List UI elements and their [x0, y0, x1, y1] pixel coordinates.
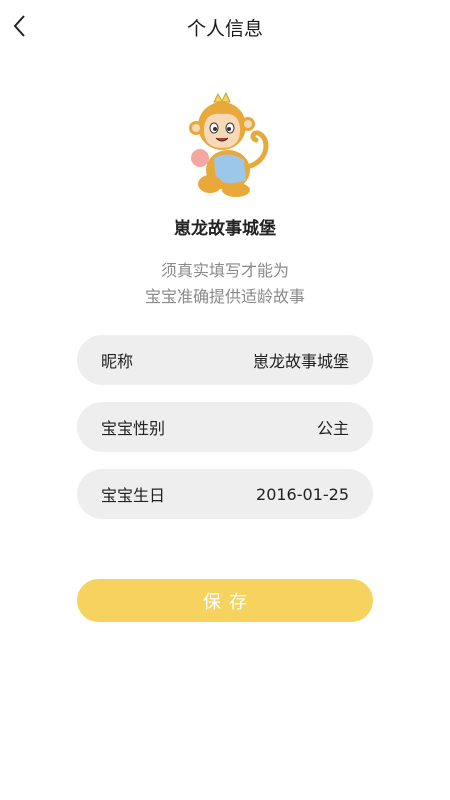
monkey-mascot-icon — [189, 91, 269, 197]
gender-field[interactable]: 宝宝性别 公主 — [77, 402, 373, 452]
nickname-field[interactable]: 昵称 崽龙故事城堡 — [77, 335, 373, 385]
field-label: 宝宝性别 — [101, 419, 166, 438]
top-bar: 个人信息 — [0, 0, 450, 52]
field-value: 2016-01-25 — [256, 484, 349, 504]
save-button[interactable]: 保存 — [77, 579, 373, 622]
avatar[interactable] — [180, 88, 272, 200]
page-title: 个人信息 — [186, 18, 263, 40]
field-label: 宝宝生日 — [101, 486, 166, 505]
save-button-label: 保存 — [203, 591, 255, 613]
hint-text-line2: 宝宝准确提供适龄故事 — [144, 287, 305, 306]
field-value: 崽龙故事城堡 — [252, 352, 349, 371]
birthday-field[interactable]: 宝宝生日 2016-01-25 — [77, 469, 373, 519]
field-label: 昵称 — [101, 352, 134, 371]
hint-text-line1: 须真实填写才能为 — [160, 261, 289, 280]
profile-nickname: 崽龙故事城堡 — [174, 219, 276, 239]
field-value: 公主 — [316, 419, 349, 438]
